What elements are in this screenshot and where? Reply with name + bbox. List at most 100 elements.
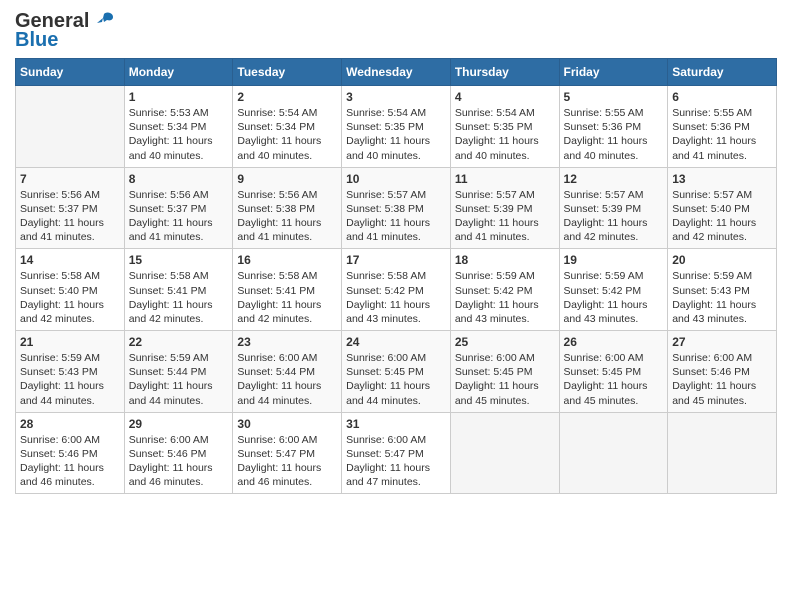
calendar-cell (450, 412, 559, 494)
day-info: Sunrise: 5:54 AMSunset: 5:35 PMDaylight:… (455, 106, 555, 163)
weekday-header-thursday: Thursday (450, 59, 559, 86)
day-number: 8 (129, 172, 229, 186)
calendar-cell: 14 Sunrise: 5:58 AMSunset: 5:40 PMDayligh… (16, 249, 125, 331)
calendar-body: 1Sunrise: 5:53 AMSunset: 5:34 PMDaylight… (16, 86, 777, 494)
calendar-cell: 19 Sunrise: 5:59 AMSunset: 5:42 PMDayligh… (559, 249, 668, 331)
day-info: Sunrise: 6:00 AMSunset: 5:45 PMDaylight:… (455, 351, 555, 408)
day-info: Sunrise: 6:00 AMSunset: 5:44 PMDaylight:… (237, 351, 337, 408)
day-info: Sunrise: 6:00 AMSunset: 5:46 PMDaylight:… (20, 433, 120, 490)
calendar-cell: 23 Sunrise: 6:00 AMSunset: 5:44 PMDayligh… (233, 331, 342, 413)
day-info: Sunrise: 5:59 AMSunset: 5:43 PMDaylight:… (20, 351, 120, 408)
calendar-cell: 5 Sunrise: 5:55 AMSunset: 5:36 PMDaylight… (559, 86, 668, 168)
calendar-cell: 13 Sunrise: 5:57 AMSunset: 5:40 PMDayligh… (668, 167, 777, 249)
day-number: 5 (564, 90, 664, 104)
calendar-cell: 25 Sunrise: 6:00 AMSunset: 5:45 PMDayligh… (450, 331, 559, 413)
day-number: 26 (564, 335, 664, 349)
day-number: 31 (346, 417, 446, 431)
day-info: Sunrise: 5:57 AMSunset: 5:38 PMDaylight:… (346, 188, 446, 245)
calendar-cell: 12 Sunrise: 5:57 AMSunset: 5:39 PMDayligh… (559, 167, 668, 249)
calendar-cell: 7Sunrise: 5:56 AMSunset: 5:37 PMDaylight… (16, 167, 125, 249)
logo: General Blue (15, 10, 115, 52)
calendar-cell: 28 Sunrise: 6:00 AMSunset: 5:46 PMDayligh… (16, 412, 125, 494)
calendar-cell (668, 412, 777, 494)
day-number: 13 (672, 172, 772, 186)
calendar-week-3: 14 Sunrise: 5:58 AMSunset: 5:40 PMDayligh… (16, 249, 777, 331)
day-info: Sunrise: 6:00 AMSunset: 5:47 PMDaylight:… (346, 433, 446, 490)
day-info: Sunrise: 5:55 AMSunset: 5:36 PMDaylight:… (564, 106, 664, 163)
calendar-cell: 4 Sunrise: 5:54 AMSunset: 5:35 PMDaylight… (450, 86, 559, 168)
day-number: 27 (672, 335, 772, 349)
day-info: Sunrise: 6:00 AMSunset: 5:45 PMDaylight:… (346, 351, 446, 408)
calendar-cell: 27 Sunrise: 6:00 AMSunset: 5:46 PMDayligh… (668, 331, 777, 413)
day-info: Sunrise: 5:57 AMSunset: 5:39 PMDaylight:… (564, 188, 664, 245)
day-number: 2 (237, 90, 337, 104)
day-number: 1 (129, 90, 229, 104)
calendar-cell: 20Sunrise: 5:59 AMSunset: 5:43 PMDayligh… (668, 249, 777, 331)
day-info: Sunrise: 5:59 AMSunset: 5:43 PMDaylight:… (672, 269, 772, 326)
day-info: Sunrise: 5:59 AMSunset: 5:44 PMDaylight:… (129, 351, 229, 408)
calendar-table: SundayMondayTuesdayWednesdayThursdayFrid… (15, 58, 777, 494)
calendar-cell: 6 Sunrise: 5:55 AMSunset: 5:36 PMDaylight… (668, 86, 777, 168)
day-number: 30 (237, 417, 337, 431)
day-info: Sunrise: 5:58 AMSunset: 5:40 PMDaylight:… (20, 269, 120, 326)
day-number: 12 (564, 172, 664, 186)
logo-blue-text: Blue (15, 29, 58, 52)
day-number: 24 (346, 335, 446, 349)
day-number: 16 (237, 253, 337, 267)
day-info: Sunrise: 5:54 AMSunset: 5:34 PMDaylight:… (237, 106, 337, 163)
day-info: Sunrise: 5:55 AMSunset: 5:36 PMDaylight:… (672, 106, 772, 163)
day-number: 28 (20, 417, 120, 431)
day-info: Sunrise: 5:59 AMSunset: 5:42 PMDaylight:… (564, 269, 664, 326)
weekday-header-saturday: Saturday (668, 59, 777, 86)
day-info: Sunrise: 5:57 AMSunset: 5:39 PMDaylight:… (455, 188, 555, 245)
calendar-cell: 30Sunrise: 6:00 AMSunset: 5:47 PMDayligh… (233, 412, 342, 494)
calendar-cell: 10Sunrise: 5:57 AMSunset: 5:38 PMDayligh… (342, 167, 451, 249)
calendar-week-1: 1Sunrise: 5:53 AMSunset: 5:34 PMDaylight… (16, 86, 777, 168)
calendar-week-4: 21 Sunrise: 5:59 AMSunset: 5:43 PMDayligh… (16, 331, 777, 413)
day-info: Sunrise: 5:58 AMSunset: 5:42 PMDaylight:… (346, 269, 446, 326)
day-number: 7 (20, 172, 120, 186)
day-number: 11 (455, 172, 555, 186)
day-info: Sunrise: 6:00 AMSunset: 5:46 PMDaylight:… (129, 433, 229, 490)
calendar-cell: 2 Sunrise: 5:54 AMSunset: 5:34 PMDaylight… (233, 86, 342, 168)
page-header: General Blue (15, 10, 777, 52)
calendar-cell (559, 412, 668, 494)
day-number: 19 (564, 253, 664, 267)
day-info: Sunrise: 5:57 AMSunset: 5:40 PMDaylight:… (672, 188, 772, 245)
day-info: Sunrise: 5:58 AMSunset: 5:41 PMDaylight:… (129, 269, 229, 326)
day-number: 4 (455, 90, 555, 104)
day-number: 22 (129, 335, 229, 349)
day-info: Sunrise: 5:59 AMSunset: 5:42 PMDaylight:… (455, 269, 555, 326)
calendar-cell: 24 Sunrise: 6:00 AMSunset: 5:45 PMDayligh… (342, 331, 451, 413)
weekday-header-friday: Friday (559, 59, 668, 86)
day-number: 6 (672, 90, 772, 104)
calendar-cell: 9 Sunrise: 5:56 AMSunset: 5:38 PMDaylight… (233, 167, 342, 249)
calendar-cell: 18 Sunrise: 5:59 AMSunset: 5:42 PMDayligh… (450, 249, 559, 331)
calendar-cell: 8Sunrise: 5:56 AMSunset: 5:37 PMDaylight… (124, 167, 233, 249)
day-number: 14 (20, 253, 120, 267)
day-number: 29 (129, 417, 229, 431)
day-info: Sunrise: 6:00 AMSunset: 5:45 PMDaylight:… (564, 351, 664, 408)
weekday-header-sunday: Sunday (16, 59, 125, 86)
calendar-cell: 1Sunrise: 5:53 AMSunset: 5:34 PMDaylight… (124, 86, 233, 168)
day-number: 18 (455, 253, 555, 267)
day-number: 15 (129, 253, 229, 267)
calendar-cell: 21 Sunrise: 5:59 AMSunset: 5:43 PMDayligh… (16, 331, 125, 413)
day-number: 23 (237, 335, 337, 349)
calendar-cell: 3Sunrise: 5:54 AMSunset: 5:35 PMDaylight… (342, 86, 451, 168)
calendar-cell: 22 Sunrise: 5:59 AMSunset: 5:44 PMDayligh… (124, 331, 233, 413)
day-number: 9 (237, 172, 337, 186)
day-number: 17 (346, 253, 446, 267)
calendar-cell: 17 Sunrise: 5:58 AMSunset: 5:42 PMDayligh… (342, 249, 451, 331)
day-number: 21 (20, 335, 120, 349)
calendar-week-5: 28 Sunrise: 6:00 AMSunset: 5:46 PMDayligh… (16, 412, 777, 494)
calendar-week-2: 7Sunrise: 5:56 AMSunset: 5:37 PMDaylight… (16, 167, 777, 249)
calendar-cell: 11 Sunrise: 5:57 AMSunset: 5:39 PMDayligh… (450, 167, 559, 249)
day-info: Sunrise: 6:00 AMSunset: 5:46 PMDaylight:… (672, 351, 772, 408)
calendar-cell: 29 Sunrise: 6:00 AMSunset: 5:46 PMDayligh… (124, 412, 233, 494)
day-number: 25 (455, 335, 555, 349)
calendar-cell (16, 86, 125, 168)
calendar-cell: 15 Sunrise: 5:58 AMSunset: 5:41 PMDayligh… (124, 249, 233, 331)
calendar-cell: 31 Sunrise: 6:00 AMSunset: 5:47 PMDayligh… (342, 412, 451, 494)
day-info: Sunrise: 5:56 AMSunset: 5:38 PMDaylight:… (237, 188, 337, 245)
